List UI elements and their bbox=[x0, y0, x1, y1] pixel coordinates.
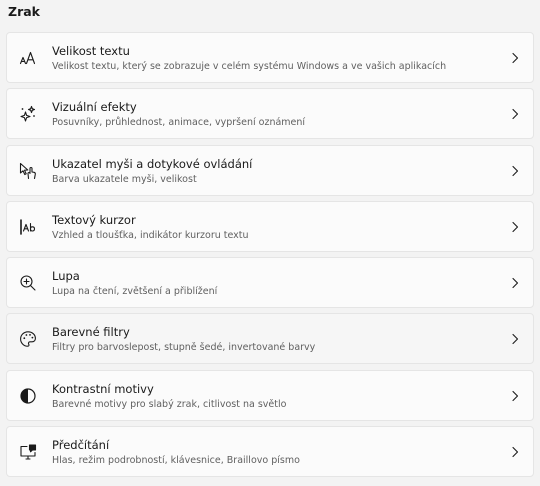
settings-item-visual-effects[interactable]: Vizuální efekty Posuvníky, průhlednost, … bbox=[6, 88, 534, 140]
settings-item-magnifier[interactable]: Lupa Lupa na čtení, zvětšení a přiblížen… bbox=[6, 257, 534, 309]
settings-item-contrast-themes[interactable]: Kontrastní motivy Barevné motivy pro sla… bbox=[6, 369, 534, 421]
settings-item-title: Kontrastní motivy bbox=[52, 381, 154, 396]
settings-item-text-size[interactable]: Velikost textu Velikost textu, který se … bbox=[6, 32, 534, 83]
settings-item-description: Posuvníky, průhlednost, animace, vypršen… bbox=[52, 117, 306, 129]
settings-item-title: Ukazatel myši a dotykové ovládání bbox=[52, 156, 253, 171]
chevron-right-icon bbox=[511, 52, 519, 64]
settings-item-title: Předčítání bbox=[52, 438, 110, 453]
magnifier-icon bbox=[19, 274, 37, 292]
settings-item-title: Textový kurzor bbox=[52, 212, 136, 227]
text-size-icon bbox=[19, 49, 37, 67]
text-cursor-icon bbox=[19, 218, 37, 236]
settings-item-text-cursor[interactable]: Textový kurzor Vzhled a tloušťka, indiká… bbox=[6, 200, 534, 252]
settings-item-description: Barevné motivy pro slabý zrak, citlivost… bbox=[52, 398, 287, 410]
chevron-right-icon bbox=[511, 390, 519, 402]
settings-list: Velikost textu Velikost textu, který se … bbox=[6, 32, 534, 482]
settings-item-mouse-pointer[interactable]: Ukazatel myši a dotykové ovládání Barva … bbox=[6, 144, 534, 196]
palette-icon bbox=[19, 330, 37, 348]
settings-item-title: Barevné filtry bbox=[52, 325, 130, 340]
chevron-right-icon bbox=[511, 221, 519, 233]
settings-item-title: Velikost textu bbox=[52, 44, 130, 58]
section-title: Zrak bbox=[8, 4, 40, 19]
chevron-right-icon bbox=[511, 446, 519, 458]
narrator-icon bbox=[19, 443, 37, 461]
settings-item-description: Barva ukazatele myši, velikost bbox=[52, 173, 197, 185]
settings-item-description: Lupa na čtení, zvětšení a přiblížení bbox=[52, 286, 218, 298]
settings-item-title: Vizuální efekty bbox=[52, 100, 137, 115]
chevron-right-icon bbox=[511, 277, 519, 289]
settings-item-color-filters[interactable]: Barevné filtry Filtry pro barvoslepost, … bbox=[6, 313, 534, 365]
mouse-pointer-icon bbox=[19, 162, 37, 180]
settings-item-description: Vzhled a tloušťka, indikátor kurzoru tex… bbox=[52, 229, 249, 241]
chevron-right-icon bbox=[511, 108, 519, 120]
settings-item-description: Velikost textu, který se zobrazuje v cel… bbox=[52, 61, 447, 72]
settings-item-description: Filtry pro barvoslepost, stupně šedé, in… bbox=[52, 342, 316, 354]
settings-item-description: Hlas, režim podrobností, klávesnice, Bra… bbox=[52, 455, 300, 467]
sparkle-icon bbox=[19, 105, 37, 123]
settings-item-title: Lupa bbox=[52, 269, 80, 284]
chevron-right-icon bbox=[511, 333, 519, 345]
chevron-right-icon bbox=[511, 165, 519, 177]
settings-item-narrator[interactable]: Předčítání Hlas, režim podrobností, kláv… bbox=[6, 426, 534, 478]
contrast-icon bbox=[19, 387, 37, 405]
